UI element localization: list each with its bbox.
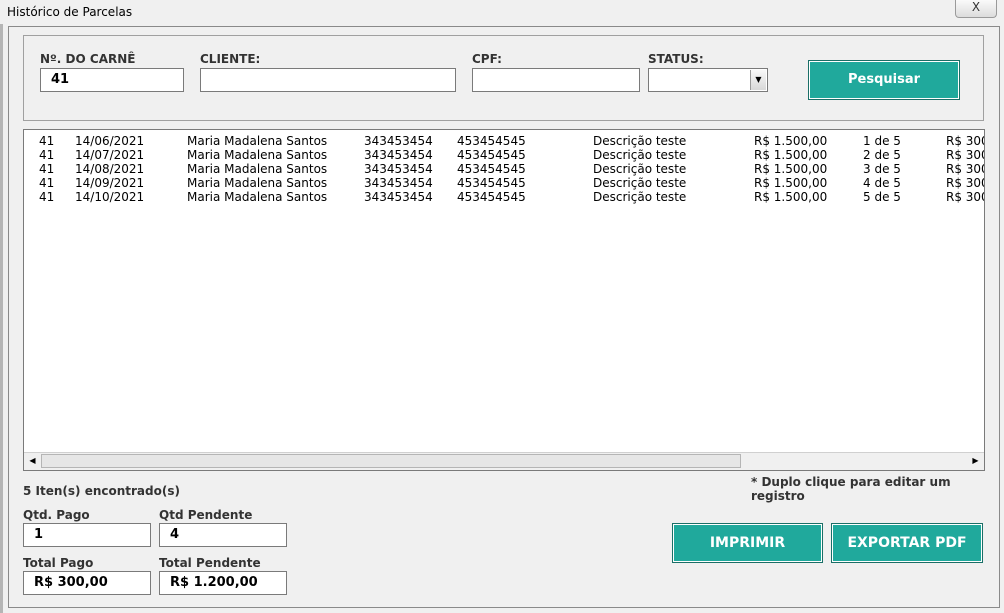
scrollbar-thumb[interactable] (41, 454, 741, 468)
carne-input[interactable]: 41 (40, 68, 184, 92)
cell-carne: 41 (39, 134, 55, 148)
cell-cpf: 343453454 (364, 190, 433, 204)
cell-value: R$ 300 (946, 176, 985, 190)
export-pdf-button[interactable]: EXPORTAR PDF (831, 523, 983, 563)
carne-label: Nº. DO CARNÊ (40, 52, 136, 66)
items-count: 5 Iten(s) encontrado(s) (23, 484, 180, 498)
list-item[interactable]: 41 14/07/2021 Maria Madalena Santos 3434534… (24, 148, 985, 162)
close-icon: X (971, 0, 981, 14)
cell-installment: 1 de 5 (863, 134, 901, 148)
cell-total: R$ 1.500,00 (754, 148, 828, 162)
cliente-input[interactable] (200, 68, 456, 92)
qtd-pendente-field[interactable]: 4 (159, 523, 287, 547)
total-pago-field[interactable]: R$ 300,00 (23, 571, 151, 595)
cell-doc: 453454545 (457, 190, 526, 204)
qtd-pago-field[interactable]: 1 (23, 523, 151, 547)
cell-cpf: 343453454 (364, 148, 433, 162)
cell-value: R$ 300 (946, 162, 985, 176)
cell-client: Maria Madalena Santos (187, 176, 328, 190)
list-item[interactable]: 41 14/06/2021 Maria Madalena Santos 3434534… (24, 134, 985, 148)
cell-value: R$ 300 (946, 148, 985, 162)
cell-date: 14/06/2021 (75, 134, 145, 148)
cell-date: 14/09/2021 (75, 176, 145, 190)
cell-client: Maria Madalena Santos (187, 148, 328, 162)
total-pago-label: Total Pago (23, 556, 94, 570)
cell-installment: 2 de 5 (863, 148, 901, 162)
cell-value: R$ 300 (946, 134, 985, 148)
window-edge (0, 24, 3, 613)
arrow-left-icon[interactable]: ◀ (24, 453, 41, 469)
cell-cpf: 343453454 (364, 162, 433, 176)
title-bar: Histórico de Parcelas X (0, 0, 1004, 24)
cell-cpf: 343453454 (364, 176, 433, 190)
arrow-right-icon[interactable]: ▶ (967, 453, 984, 469)
cell-client: Maria Madalena Santos (187, 190, 328, 204)
installments-list[interactable]: 41 14/06/2021 Maria Madalena Santos 3434534… (23, 129, 985, 471)
cell-date: 14/08/2021 (75, 162, 145, 176)
print-button[interactable]: IMPRIMIR (672, 523, 823, 563)
cell-doc: 453454545 (457, 176, 526, 190)
window-title: Histórico de Parcelas (7, 5, 133, 19)
close-button[interactable]: X (955, 0, 997, 18)
search-button[interactable]: Pesquisar (808, 60, 960, 100)
cell-date: 14/10/2021 (75, 190, 145, 204)
cpf-input[interactable] (472, 68, 640, 92)
total-pendente-label: Total Pendente (159, 556, 261, 570)
cell-description: Descrição teste (593, 148, 687, 162)
status-select[interactable]: ▼ (648, 68, 768, 92)
cell-description: Descrição teste (593, 176, 687, 190)
cell-description: Descrição teste (593, 162, 687, 176)
cell-doc: 453454545 (457, 134, 526, 148)
cliente-label: CLIENTE: (200, 52, 261, 66)
cell-date: 14/07/2021 (75, 148, 145, 162)
cell-description: Descrição teste (593, 134, 687, 148)
cell-doc: 453454545 (457, 162, 526, 176)
cell-carne: 41 (39, 190, 55, 204)
cell-client: Maria Madalena Santos (187, 162, 328, 176)
list-item[interactable]: 41 14/10/2021 Maria Madalena Santos 3434534… (24, 190, 985, 204)
qtd-pendente-label: Qtd Pendente (159, 508, 253, 522)
cell-value: R$ 300 (946, 190, 985, 204)
cell-installment: 4 de 5 (863, 176, 901, 190)
cell-total: R$ 1.500,00 (754, 190, 828, 204)
horizontal-scrollbar[interactable]: ◀ ▶ (24, 452, 984, 470)
list-item[interactable]: 41 14/09/2021 Maria Madalena Santos 3434534… (24, 176, 985, 190)
cell-total: R$ 1.500,00 (754, 176, 828, 190)
cell-installment: 5 de 5 (863, 190, 901, 204)
cell-carne: 41 (39, 176, 55, 190)
chevron-down-icon[interactable]: ▼ (750, 70, 766, 90)
cell-description: Descrição teste (593, 190, 687, 204)
cell-total: R$ 1.500,00 (754, 162, 828, 176)
status-label: STATUS: (648, 52, 704, 66)
cpf-label: CPF: (472, 52, 502, 66)
cell-total: R$ 1.500,00 (754, 134, 828, 148)
cell-carne: 41 (39, 148, 55, 162)
cell-carne: 41 (39, 162, 55, 176)
cell-installment: 3 de 5 (863, 162, 901, 176)
total-pendente-field[interactable]: R$ 1.200,00 (159, 571, 287, 595)
cell-cpf: 343453454 (364, 134, 433, 148)
list-item[interactable]: 41 14/08/2021 Maria Madalena Santos 3434534… (24, 162, 985, 176)
cell-doc: 453454545 (457, 148, 526, 162)
qtd-pago-label: Qtd. Pago (23, 508, 90, 522)
edit-hint: * Duplo clique para editar um registro (751, 475, 951, 503)
cell-client: Maria Madalena Santos (187, 134, 328, 148)
